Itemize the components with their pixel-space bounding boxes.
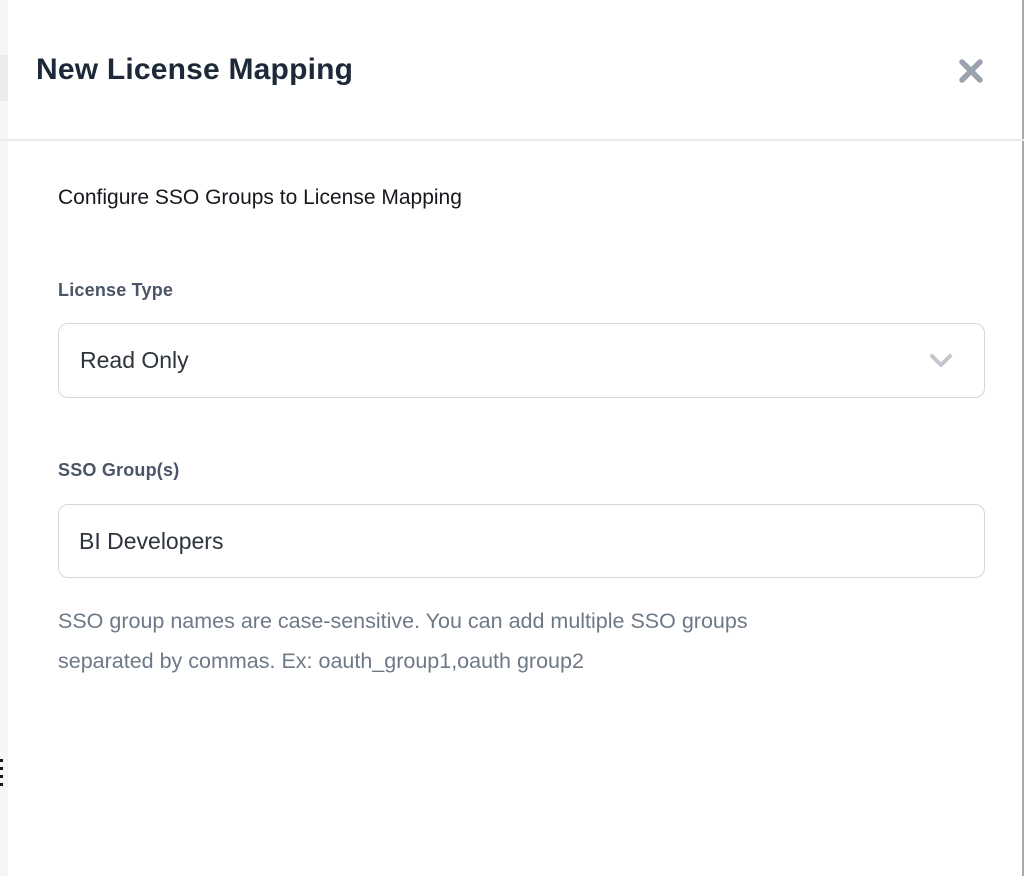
license-type-label: License Type [58,280,173,301]
close-button[interactable] [950,50,992,92]
screen: New License Mapping Configure SSO Groups… [0,0,1028,876]
background-list-icon-fragment [0,783,3,786]
background-list-icon-fragment [0,767,3,770]
page-background-block [0,55,8,101]
new-license-mapping-modal: New License Mapping Configure SSO Groups… [8,0,1024,876]
config-sso-heading: Configure SSO Groups to License Mapping [58,186,462,210]
sso-groups-helper-text: SSO group names are case-sensitive. You … [58,601,958,681]
sso-groups-input[interactable] [58,504,985,578]
background-list-icon-fragment [0,759,3,762]
chevron-down-icon [926,351,956,371]
license-type-selected-value: Read Only [80,347,926,374]
modal-title: New License Mapping [36,51,353,89]
header-divider [0,139,1024,141]
background-list-icon-fragment [0,775,3,778]
license-type-select[interactable]: Read Only [58,323,985,398]
helper-text-line1: SSO group names are case-sensitive. You … [58,601,958,641]
sso-groups-label: SSO Group(s) [58,460,179,481]
helper-text-line2: separated by commas. Ex: oauth_group1,oa… [58,641,958,681]
page-background-strip [0,0,8,876]
close-icon [955,55,987,87]
